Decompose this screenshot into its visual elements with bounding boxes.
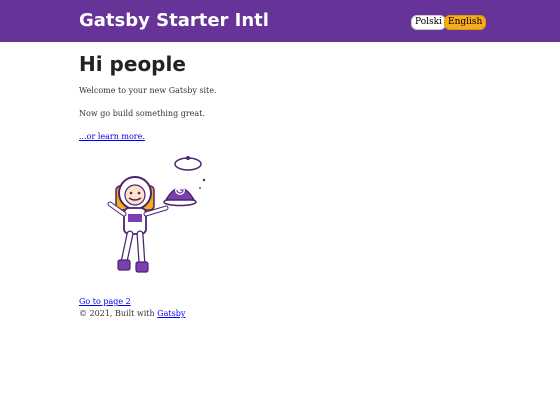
footer: © 2021, Built with Gatsby [79,308,185,319]
build-text: Now go build something great. [79,109,205,118]
learn-more-link[interactable]: ...or learn more. [79,131,145,142]
gatsby-link[interactable]: Gatsby [157,309,185,318]
language-polski-button[interactable]: Polski [411,15,446,30]
welcome-text: Welcome to your new Gatsby site. [79,86,217,95]
page-2-link[interactable]: Go to page 2 [79,296,131,307]
page-title: Hi people [79,52,186,76]
language-english-button[interactable]: English [444,15,487,30]
gatsby-astronaut-illustration-icon [107,156,206,273]
site-title-link[interactable]: Gatsby Starter Intl [79,9,269,33]
footer-copyright: © 2021, Built with [79,309,155,318]
site-header: Gatsby Starter Intl Polski English [0,0,560,42]
